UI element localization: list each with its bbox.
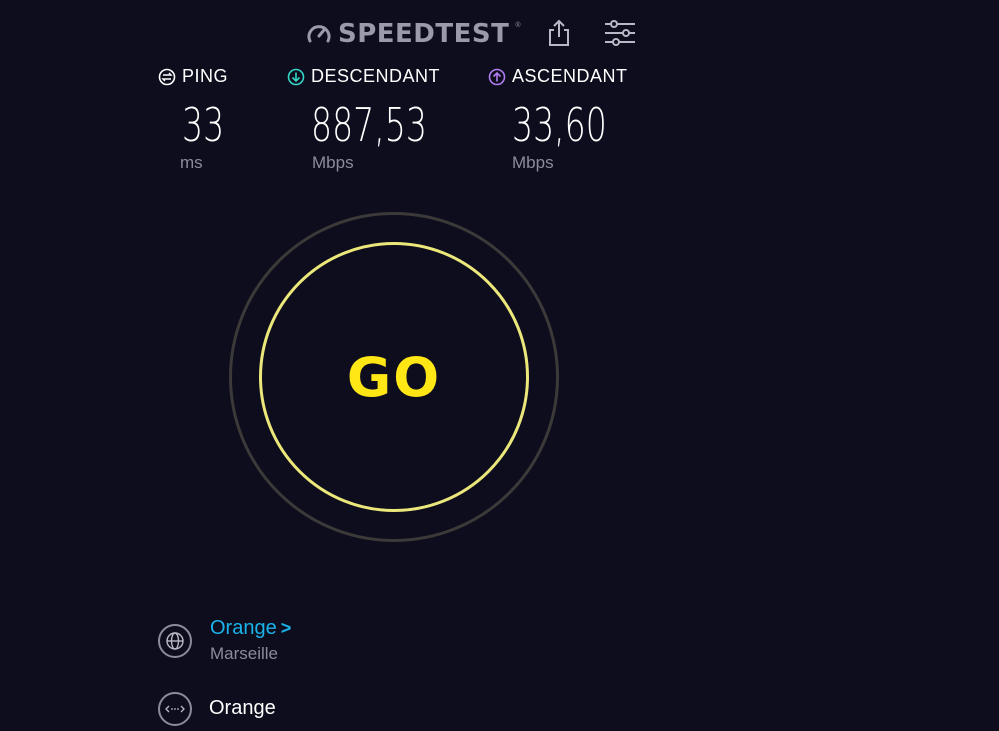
ping-value: 33 — [182, 98, 225, 152]
share-icon — [549, 19, 569, 46]
ping-label-group: PING — [158, 66, 228, 87]
speedtest-logo: SPEEDTEST ® — [306, 18, 521, 50]
server-name: Orange — [210, 617, 277, 639]
server-location: Marseille — [210, 644, 279, 663]
download-arrow-icon — [287, 68, 305, 85]
upload-arrow-icon — [488, 68, 506, 85]
go-label: GO — [346, 345, 442, 409]
upload-label-group: ASCENDANT — [488, 66, 628, 87]
server-link[interactable]: Orange > — [210, 617, 291, 640]
ping-unit: ms — [180, 153, 203, 172]
download-label: DESCENDANT — [311, 66, 441, 86]
logo-text: SPEEDTEST — [338, 19, 510, 49]
registered-mark: ® — [515, 22, 521, 29]
chevron-right-icon: > — [280, 618, 292, 638]
download-value: 887,53 — [311, 98, 427, 152]
server-icon-wrap — [158, 624, 192, 658]
share-button[interactable] — [544, 18, 574, 48]
isp-icon-wrap — [158, 692, 192, 726]
go-button[interactable]: GO — [259, 242, 529, 512]
settings-sliders-icon — [605, 20, 635, 46]
upload-unit: Mbps — [512, 153, 554, 172]
ping-icon — [158, 68, 176, 85]
isp-name: Orange — [209, 697, 276, 719]
settings-button[interactable] — [603, 18, 637, 48]
connection-dots-icon — [165, 705, 185, 713]
globe-icon — [166, 632, 184, 650]
upload-label: ASCENDANT — [512, 66, 628, 86]
upload-value: 33,60 — [512, 98, 607, 152]
download-label-group: DESCENDANT — [287, 66, 440, 87]
speedometer-icon — [307, 25, 331, 43]
ping-label: PING — [182, 66, 229, 86]
download-unit: Mbps — [312, 153, 354, 172]
